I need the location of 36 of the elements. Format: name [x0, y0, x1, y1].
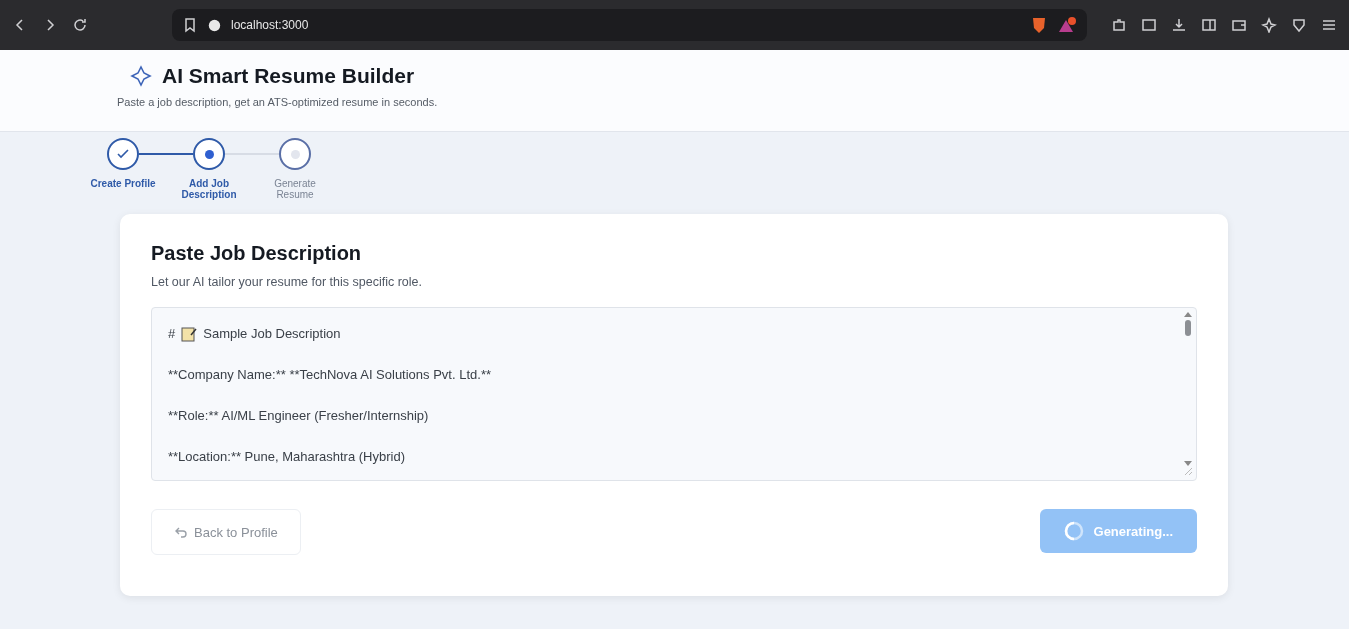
heading-mark: # [168, 326, 176, 342]
text-line: **Company Name:** **TechNova AI Solutions Pvt. Ltd.** [168, 367, 491, 383]
download-icon[interactable] [1171, 17, 1187, 33]
text-line: **Role:** AI/ML Engineer (Fresher/Internship) [168, 408, 429, 424]
check-icon [116, 147, 130, 161]
sidebar-icon[interactable] [1201, 17, 1217, 33]
shield-outline-icon[interactable] [1291, 17, 1307, 33]
site-info-icon[interactable] [208, 18, 221, 32]
resize-handle-icon[interactable] [1183, 466, 1193, 476]
scrollbar-thumb[interactable] [1185, 320, 1191, 336]
scroll-down-icon[interactable] [1184, 461, 1192, 466]
step-label: Generate Resume [273, 178, 317, 200]
spinner-icon [1063, 521, 1084, 541]
bookmark-icon[interactable] [182, 17, 198, 33]
wallet-icon[interactable] [1231, 17, 1247, 33]
text-line: Sample Job Description [203, 326, 341, 342]
extensions-icon[interactable] [1111, 17, 1127, 33]
return-arrow-icon [174, 525, 188, 539]
app-subtitle: Paste a job description, get an ATS-optimized resume in seconds. [117, 96, 439, 108]
step-label: Create Profile [89, 178, 157, 189]
reload-icon[interactable] [72, 17, 88, 33]
memo-icon [181, 326, 198, 342]
logo-icon [130, 65, 152, 87]
scroll-up-icon[interactable] [1184, 312, 1192, 317]
step-label: Add Job Description [180, 178, 238, 200]
job-description-field[interactable]: # Sample Job Description **Company Name:** **TechNova AI Solutions Pvt. Ltd.** **Role:** AI/ML Engineer (Fresher/Internship) **Location:** Pune, Maharashtra (Hybrid) [151, 307, 1197, 481]
sparkle-icon[interactable] [1261, 17, 1277, 33]
card-subtitle: Let our AI tailor your resume for this specific role. [151, 275, 423, 289]
screenshot-icon[interactable] [1141, 17, 1157, 33]
shield-icon[interactable] [1031, 16, 1047, 34]
card-title: Paste Job Description [151, 242, 363, 265]
app-title: AI Smart Resume Builder [162, 64, 415, 88]
url-text[interactable]: localhost:3000 [231, 18, 309, 32]
menu-icon[interactable] [1321, 17, 1337, 33]
triangle-icon[interactable] [1057, 16, 1077, 34]
text-line: **Location:** Pune, Maharashtra (Hybrid) [168, 449, 405, 465]
